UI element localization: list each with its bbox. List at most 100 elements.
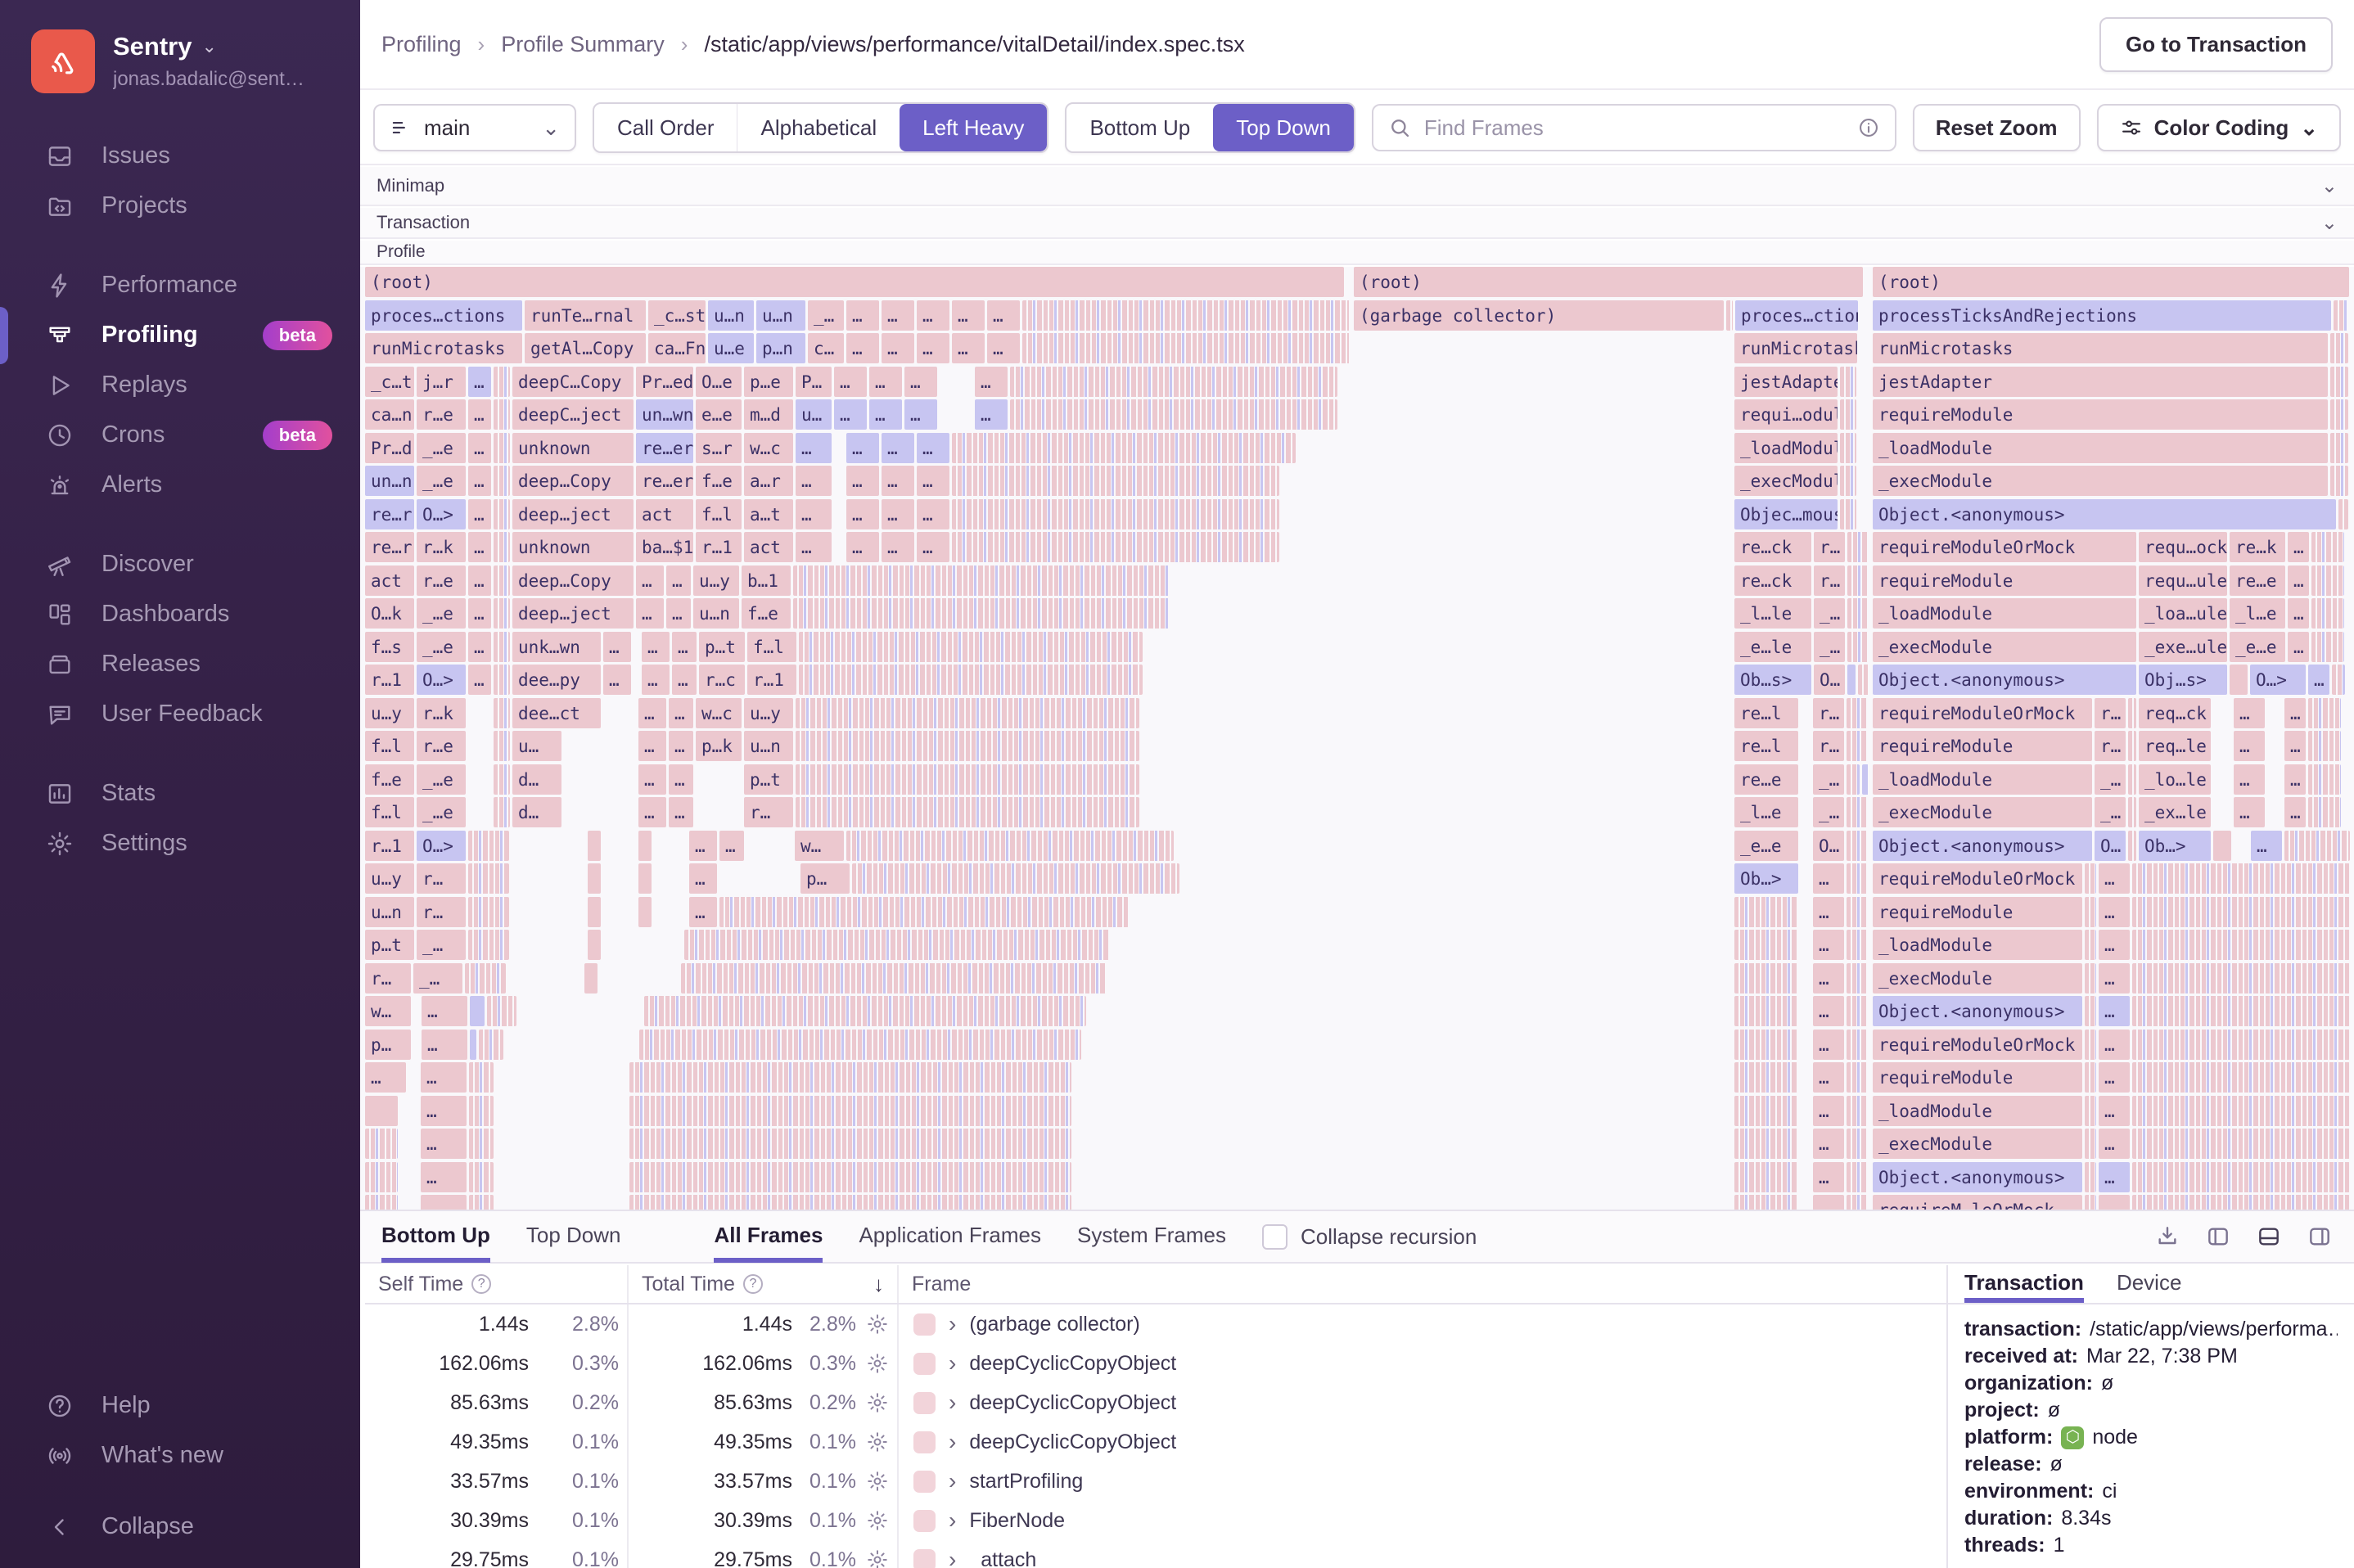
flame-frame[interactable]: … (952, 333, 985, 363)
flame-frame[interactable]: re…l (1734, 731, 1798, 761)
flame-frame[interactable] (1847, 532, 1868, 562)
flame-frame[interactable]: … (603, 631, 631, 662)
flame-frame[interactable]: … (2099, 930, 2130, 960)
flame-frame[interactable]: O…> (417, 498, 466, 529)
sidebar-item-dashboards[interactable]: Dashboards (0, 589, 360, 639)
expand-chevron-icon[interactable]: › (949, 1390, 956, 1416)
find-frames-search[interactable] (1371, 104, 1896, 151)
table-row[interactable]: 1.44s 2.8% 1.44s 2.8% › (garbage collector) (365, 1304, 1946, 1344)
flame-frame[interactable]: _loadModule (1873, 930, 2082, 960)
sort-desc-icon[interactable]: ↓ (873, 1272, 884, 1297)
flame-frame[interactable]: deep…ject (512, 598, 634, 629)
breadcrumb-profiling[interactable]: Profiling (381, 32, 462, 57)
flame-frame[interactable]: ca…Fn (648, 333, 706, 363)
flame-frame[interactable]: … (2099, 962, 2130, 994)
flame-frame[interactable]: … (672, 665, 697, 695)
flame-frame[interactable] (2128, 764, 2136, 795)
flame-frame[interactable] (952, 498, 1279, 529)
flame-frame[interactable] (796, 797, 1139, 827)
flame-frame[interactable]: … (1813, 1161, 1844, 1192)
flame-frame[interactable]: … (669, 697, 693, 728)
flame-frame[interactable]: … (2251, 830, 2282, 861)
sidebar-item-issues[interactable]: Issues (0, 131, 360, 181)
flame-frame[interactable]: e…e (696, 399, 742, 430)
flame-frame[interactable]: Ob…> (1734, 863, 1798, 894)
flame-frame[interactable]: unknown (512, 432, 634, 463)
flame-frame[interactable]: … (636, 565, 664, 596)
flame-frame[interactable]: requireModule (1873, 565, 2136, 596)
flame-frame[interactable]: runMicrotasks (1873, 333, 2328, 363)
flame-frame[interactable] (2132, 962, 2350, 994)
flame-frame[interactable]: O… (1813, 830, 1844, 861)
flame-frame[interactable]: act (744, 532, 793, 562)
flame-frame[interactable]: … (882, 432, 914, 463)
flame-frame[interactable] (1862, 764, 1868, 795)
flame-frame[interactable]: requireModuleOrMock (1873, 697, 2092, 728)
flame-frame[interactable]: act (636, 498, 693, 529)
flame-frame[interactable]: … (666, 565, 691, 596)
flame-frame[interactable]: _exe…ule (2139, 631, 2227, 662)
flame-frame[interactable] (2132, 1195, 2350, 1210)
flame-frame[interactable]: u…y (744, 697, 793, 728)
sidebar-item-help[interactable]: Help (0, 1381, 360, 1431)
flame-frame[interactable]: … (2288, 565, 2309, 596)
flame-frame[interactable]: w…c (696, 697, 742, 728)
flame-frame[interactable]: req…le (2139, 731, 2211, 761)
flame-frame[interactable]: … (669, 797, 693, 827)
flame-frame[interactable]: … (421, 1062, 467, 1093)
flame-frame[interactable] (799, 665, 1143, 695)
download-icon[interactable] (2154, 1223, 2180, 1250)
flame-frame[interactable] (629, 1195, 1071, 1210)
flame-frame[interactable]: _… (413, 962, 462, 994)
col-total-time[interactable]: Total Time? ↓ (629, 1265, 899, 1303)
flame-frame[interactable] (639, 1029, 1081, 1060)
flame-frame[interactable]: … (365, 1062, 406, 1093)
flame-frame[interactable]: a…r (744, 466, 793, 496)
tab-all-frames[interactable]: All Frames (714, 1210, 823, 1263)
flame-frame[interactable]: r…k (417, 697, 466, 728)
flame-frame[interactable] (1847, 631, 1868, 662)
flame-frame[interactable] (494, 697, 510, 728)
flame-frame[interactable] (638, 863, 652, 894)
flame-frame[interactable]: … (468, 432, 491, 463)
flame-frame[interactable]: r…1 (365, 665, 414, 695)
tab-device[interactable]: Device (2117, 1265, 2181, 1303)
flame-frame[interactable] (1022, 300, 1349, 331)
flame-frame[interactable]: re…er (636, 432, 693, 463)
flame-frame[interactable]: … (421, 1129, 467, 1159)
flame-frame[interactable]: u…n (693, 598, 739, 629)
flame-frame[interactable] (1847, 830, 1868, 861)
flame-frame[interactable]: a…t (744, 498, 793, 529)
flame-frame[interactable] (2308, 697, 2341, 728)
flame-frame[interactable] (2308, 764, 2341, 795)
flame-frame[interactable] (796, 764, 1139, 795)
flame-frame[interactable]: _c…st (648, 300, 706, 331)
sort-left-heavy-button[interactable]: Left Heavy (900, 104, 1048, 151)
flame-frame[interactable] (468, 896, 509, 927)
flame-frame[interactable]: re…er (636, 466, 693, 496)
flame-frame[interactable] (2085, 1029, 2096, 1060)
flame-frame[interactable] (494, 764, 510, 795)
flame-frame[interactable]: … (1813, 1129, 1844, 1159)
flame-frame[interactable] (2132, 1029, 2350, 1060)
flame-frame[interactable]: … (638, 797, 666, 827)
direction-bottom-up-button[interactable]: Bottom Up (1067, 104, 1213, 151)
flame-frame[interactable]: _…e (417, 764, 466, 795)
flame-frame[interactable]: ca…n (365, 399, 414, 430)
flame-frame[interactable] (1734, 1095, 1798, 1126)
flame-frame[interactable] (796, 697, 1139, 728)
gear-icon[interactable] (856, 1431, 889, 1453)
flame-frame[interactable]: Object.<anonymous> (1873, 996, 2082, 1026)
flame-frame[interactable] (952, 466, 1279, 496)
flame-frame[interactable] (2332, 665, 2345, 695)
flame-frame[interactable] (494, 466, 510, 496)
flame-frame[interactable] (1010, 399, 1337, 430)
flame-frame[interactable] (2085, 1095, 2096, 1126)
sidebar-item-stats[interactable]: Stats (0, 768, 360, 818)
flame-frame[interactable]: req…ck (2139, 697, 2211, 728)
flame-frame[interactable] (1847, 665, 1856, 695)
flame-frame[interactable] (1847, 731, 1868, 761)
flame-frame[interactable]: … (917, 532, 949, 562)
flame-frame[interactable]: … (846, 466, 879, 496)
flame-frame[interactable]: p…t (365, 930, 414, 960)
